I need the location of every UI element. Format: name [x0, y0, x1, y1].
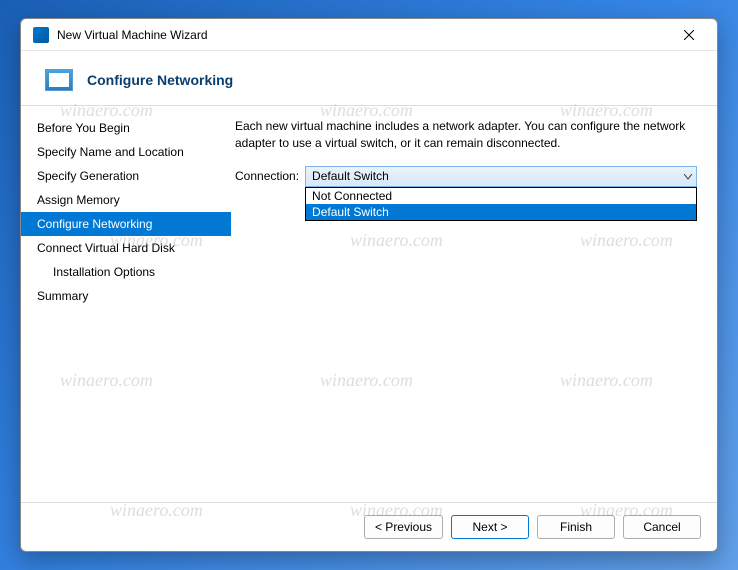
cancel-button[interactable]: Cancel — [623, 515, 701, 539]
window-title: New Virtual Machine Wizard — [57, 28, 669, 42]
app-icon — [33, 27, 49, 43]
connection-option-not-connected[interactable]: Not Connected — [306, 188, 696, 204]
connection-combo[interactable]: Default Switch Not Connected Default Swi… — [305, 166, 697, 187]
titlebar: New Virtual Machine Wizard — [21, 19, 717, 51]
connection-label: Connection: — [235, 169, 299, 183]
step-assign-memory[interactable]: Assign Memory — [21, 188, 231, 212]
step-specify-generation[interactable]: Specify Generation — [21, 164, 231, 188]
previous-button[interactable]: < Previous — [364, 515, 443, 539]
close-button[interactable] — [669, 21, 709, 49]
chevron-down-icon — [684, 169, 692, 183]
connection-selected-value: Default Switch — [312, 169, 389, 183]
connection-dropdown: Not Connected Default Switch — [305, 187, 697, 221]
connection-option-default-switch[interactable]: Default Switch — [306, 204, 696, 220]
monitor-icon — [45, 69, 73, 91]
description-text: Each new virtual machine includes a netw… — [235, 118, 697, 152]
wizard-dialog: New Virtual Machine Wizard Configure Net… — [20, 18, 718, 552]
wizard-steps-sidebar: Before You Begin Specify Name and Locati… — [21, 106, 231, 502]
step-configure-networking[interactable]: Configure Networking — [21, 212, 231, 236]
step-summary[interactable]: Summary — [21, 284, 231, 308]
finish-button[interactable]: Finish — [537, 515, 615, 539]
page-title: Configure Networking — [87, 72, 233, 88]
step-connect-vhd[interactable]: Connect Virtual Hard Disk — [21, 236, 231, 260]
step-before-you-begin[interactable]: Before You Begin — [21, 116, 231, 140]
connection-combobox[interactable]: Default Switch — [305, 166, 697, 187]
wizard-body: Before You Begin Specify Name and Locati… — [21, 106, 717, 502]
step-specify-name[interactable]: Specify Name and Location — [21, 140, 231, 164]
wizard-content: Each new virtual machine includes a netw… — [231, 106, 717, 502]
next-button[interactable]: Next > — [451, 515, 529, 539]
connection-row: Connection: Default Switch Not Connected… — [235, 166, 697, 187]
wizard-footer: < Previous Next > Finish Cancel — [21, 502, 717, 551]
step-installation-options[interactable]: Installation Options — [21, 260, 231, 284]
wizard-header: Configure Networking — [21, 51, 717, 106]
close-icon — [684, 30, 694, 40]
